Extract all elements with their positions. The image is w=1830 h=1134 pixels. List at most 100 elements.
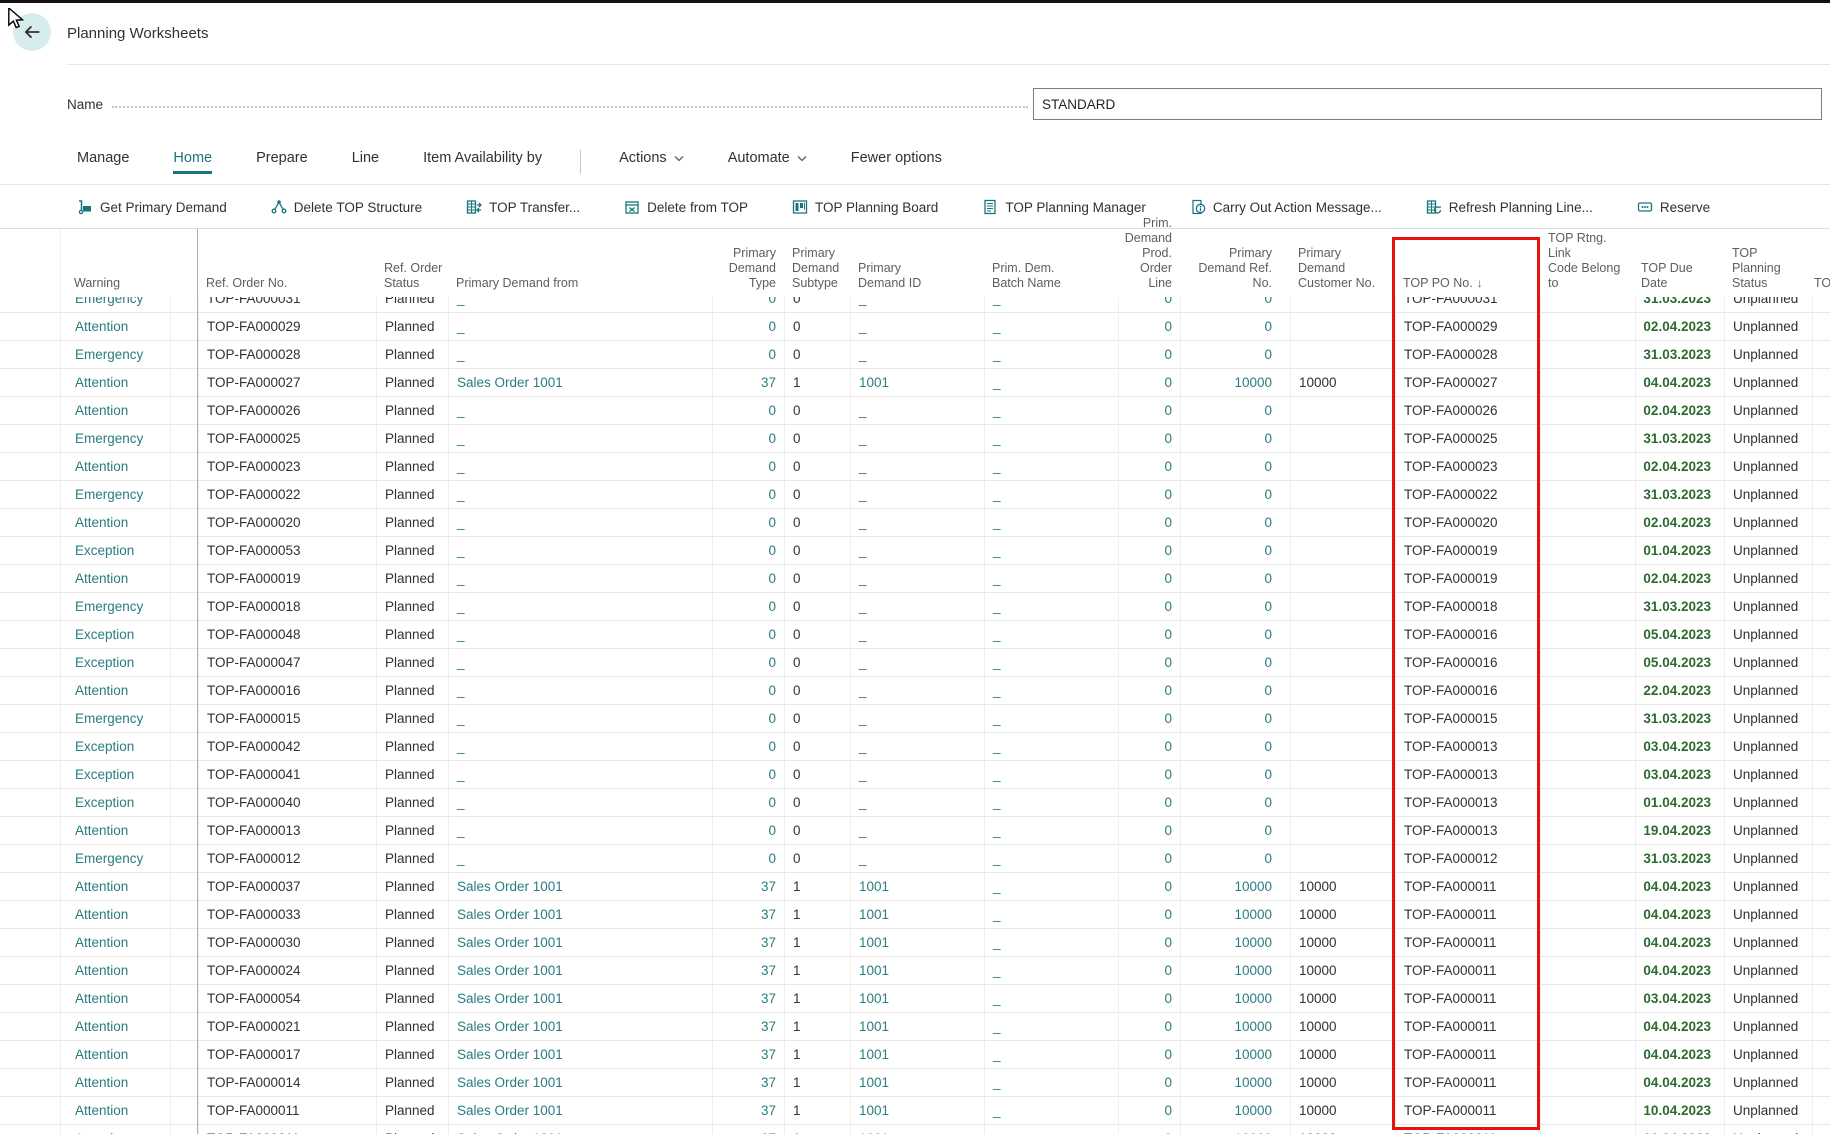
cell-primary_demand_ref_no[interactable]: 0 (1180, 845, 1280, 872)
cell-primary_demand_id[interactable]: 1001 (850, 1013, 984, 1040)
cell-top_rtng_link_code_belong_to[interactable] (1540, 369, 1635, 396)
cell-top_due_date[interactable]: 31.03.2023 (1635, 481, 1717, 508)
cell-primary_demand_customer_no[interactable]: 10000 (1290, 929, 1395, 956)
name-input[interactable] (1033, 88, 1822, 120)
cell-primary_demand_type[interactable]: 0 (712, 733, 784, 760)
column-header-primary_demand_subtype[interactable]: Primary Demand Subtype (784, 246, 850, 297)
cell-primary_demand_subtype[interactable]: 1 (784, 957, 850, 984)
cell-primary_demand_subtype[interactable]: 0 (784, 397, 850, 424)
cell-prim_dem_batch_name[interactable]: _ (984, 297, 1118, 312)
cell-top_due_date[interactable]: 03.04.2023 (1635, 985, 1717, 1012)
cell-prim_demand_prod_order_line[interactable]: 0 (1118, 397, 1180, 424)
cell-top_planning_status[interactable]: Unplanned (1724, 789, 1812, 816)
cell-ref_order_status[interactable]: Planned (376, 565, 448, 592)
cell-ref_order_no[interactable]: TOP-FA000018 (198, 593, 376, 620)
cell-top_planning_status[interactable]: Unplanned (1724, 297, 1812, 312)
cell-primary_demand_from[interactable]: _ (448, 313, 712, 340)
cell-warning[interactable]: Attention (60, 677, 170, 704)
table-row[interactable]: AttentionTOP-FA000033PlannedSales Order … (0, 901, 1830, 929)
cell-top_po_no[interactable]: TOP-FA000013 (1395, 733, 1540, 760)
cell-primary_demand_customer_no[interactable] (1290, 705, 1395, 732)
cell-ref_order_no[interactable]: TOP-FA000022 (198, 481, 376, 508)
cell-primary_demand_subtype[interactable]: 0 (784, 453, 850, 480)
cell-top_po_no[interactable]: TOP-FA000029 (1395, 313, 1540, 340)
cell-ref_order_no[interactable]: TOP-FA000042 (198, 733, 376, 760)
cell-top_po_no[interactable]: TOP-FA000011 (1395, 929, 1540, 956)
cell-top_due_date[interactable]: 03.04.2023 (1635, 761, 1717, 788)
cell-ref_order_no[interactable]: TOP-FA000040 (198, 789, 376, 816)
cell-prim_dem_batch_name[interactable]: _ (984, 761, 1118, 788)
cell-top_planning_status[interactable]: Unplanned (1724, 509, 1812, 536)
table-row[interactable]: AttentionTOP-FA000030PlannedSales Order … (0, 929, 1830, 957)
cell-primary_demand_type[interactable]: 37 (712, 1097, 784, 1124)
cell-top_po_no[interactable]: TOP-FA000011 (1395, 1013, 1540, 1040)
cell-ref_order_no[interactable]: TOP-FA000016 (198, 677, 376, 704)
cell-top_planning_status[interactable]: Unplanned (1724, 1097, 1812, 1124)
cell-primary_demand_customer_no[interactable] (1290, 397, 1395, 424)
column-header-ref_order_no[interactable]: Ref. Order No. (198, 276, 376, 297)
cell-prim_dem_batch_name[interactable]: _ (984, 481, 1118, 508)
cell-ref_order_status[interactable]: Planned (376, 761, 448, 788)
cell-primary_demand_ref_no[interactable]: 0 (1180, 789, 1280, 816)
cell-top_planning_status[interactable]: Unplanned (1724, 873, 1812, 900)
cell-top_rtng_link_code_belong_to[interactable] (1540, 677, 1635, 704)
back-button[interactable] (13, 13, 51, 51)
cell-top_rtng_link_code_belong_to[interactable] (1540, 817, 1635, 844)
cell-primary_demand_subtype[interactable]: 0 (784, 817, 850, 844)
cell-ref_order_no[interactable]: TOP-FA000014 (198, 1069, 376, 1096)
cell-top_rtng_link_code_belong_to[interactable] (1540, 313, 1635, 340)
toolbar-button-carry-out-action-message-[interactable]: Carry Out Action Message... (1190, 199, 1382, 215)
cell-ref_order_no[interactable]: TOP-FA000023 (198, 453, 376, 480)
cell-primary_demand_subtype[interactable]: 1 (784, 1013, 850, 1040)
cell-primary_demand_customer_no[interactable] (1290, 537, 1395, 564)
cell-ref_order_status[interactable]: Planned (376, 1013, 448, 1040)
cell-warning[interactable]: Emergency (60, 593, 170, 620)
cell-primary_demand_customer_no[interactable] (1290, 733, 1395, 760)
cell-top_po_no[interactable]: TOP-FA000022 (1395, 481, 1540, 508)
table-row[interactable]: AttentionTOP-FA000021PlannedSales Order … (0, 1013, 1830, 1041)
cell-primary_demand_customer_no[interactable]: 10000 (1290, 957, 1395, 984)
cell-ref_order_no[interactable]: TOP-FA000028 (198, 341, 376, 368)
cell-warning[interactable]: Attention (60, 1069, 170, 1096)
menu-item-automate[interactable]: Automate (728, 150, 807, 174)
cell-ref_order_no[interactable]: TOP-FA000048 (198, 621, 376, 648)
cell-warning[interactable]: Exception (60, 761, 170, 788)
cell-top_planning_status[interactable]: Unplanned (1724, 1125, 1812, 1134)
cell-prim_demand_prod_order_line[interactable]: 0 (1118, 985, 1180, 1012)
cell-ref_order_status[interactable]: Planned (376, 593, 448, 620)
cell-prim_dem_batch_name[interactable]: _ (984, 957, 1118, 984)
cell-prim_demand_prod_order_line[interactable]: 0 (1118, 957, 1180, 984)
column-header-primary_demand_from[interactable]: Primary Demand from (448, 276, 712, 297)
cell-ref_order_no[interactable]: TOP-FA000011 (198, 1097, 376, 1124)
cell-primary_demand_customer_no[interactable] (1290, 593, 1395, 620)
cell-ref_order_no[interactable]: TOP-FA000020 (198, 509, 376, 536)
cell-primary_demand_from[interactable]: Sales Order 1001 (448, 1097, 712, 1124)
cell-primary_demand_from[interactable]: _ (448, 509, 712, 536)
cell-warning[interactable]: Attention (60, 1125, 170, 1134)
cell-top_rtng_link_code_belong_to[interactable] (1540, 873, 1635, 900)
cell-primary_demand_id[interactable]: 1001 (850, 901, 984, 928)
cell-top_rtng_link_code_belong_to[interactable] (1540, 985, 1635, 1012)
cell-primary_demand_from[interactable]: _ (448, 789, 712, 816)
cell-prim_demand_prod_order_line[interactable]: 0 (1118, 1069, 1180, 1096)
cell-ref_order_no[interactable]: TOP-FA000053 (198, 537, 376, 564)
cell-top_due_date[interactable]: 04.04.2023 (1635, 369, 1717, 396)
cell-ref_order_no[interactable]: TOP-FA000024 (198, 957, 376, 984)
table-row[interactable]: ExceptionTOP-FA000047Planned_00__00TOP-F… (0, 649, 1830, 677)
toolbar-button-top-planning-board[interactable]: TOP Planning Board (792, 199, 938, 215)
cell-prim_demand_prod_order_line[interactable]: 0 (1118, 565, 1180, 592)
cell-top_po_no[interactable]: TOP-FA000023 (1395, 453, 1540, 480)
cell-top_po_no[interactable]: TOP-FA000016 (1395, 677, 1540, 704)
cell-top_planning_status[interactable]: Unplanned (1724, 453, 1812, 480)
cell-primary_demand_subtype[interactable]: 0 (784, 733, 850, 760)
cell-top_planning_status[interactable]: Unplanned (1724, 649, 1812, 676)
cell-primary_demand_subtype[interactable]: 0 (784, 537, 850, 564)
cell-primary_demand_subtype[interactable]: 0 (784, 565, 850, 592)
cell-top_planning_status[interactable]: Unplanned (1724, 761, 1812, 788)
table-row[interactable]: ExceptionTOP-FA000042Planned_00__00TOP-F… (0, 733, 1830, 761)
cell-primary_demand_customer_no[interactable] (1290, 453, 1395, 480)
cell-prim_dem_batch_name[interactable]: _ (984, 1041, 1118, 1068)
cell-top_due_date[interactable]: 03.04.2023 (1635, 733, 1717, 760)
cell-ref_order_status[interactable]: Planned (376, 677, 448, 704)
cell-warning[interactable]: Attention (60, 817, 170, 844)
